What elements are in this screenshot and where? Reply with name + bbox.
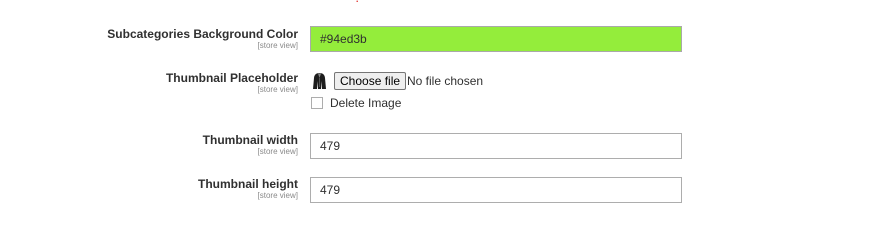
thumbnail-height-input[interactable] — [310, 177, 682, 203]
scope-label: [store view] — [257, 191, 298, 200]
field-label-thumbnail-height: Thumbnail height — [198, 177, 298, 191]
field-row-thumbnail-height: Thumbnail height [store view] — [0, 0, 890, 210]
config-form: • • , Subcategories Background Color [st… — [0, 0, 890, 223]
field-label-block: Thumbnail height [store view] — [198, 177, 298, 201]
